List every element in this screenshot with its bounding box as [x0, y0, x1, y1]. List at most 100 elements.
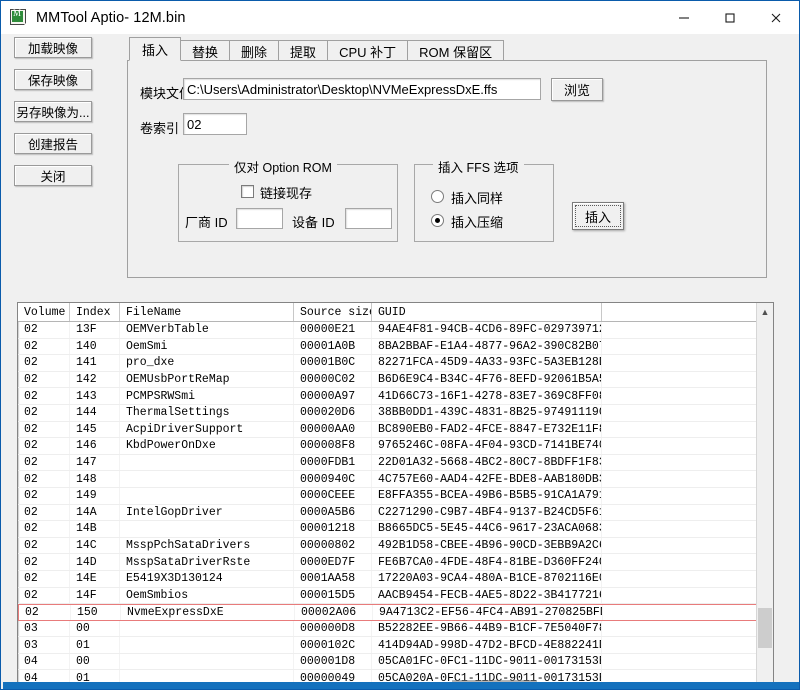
- column-header-spacer[interactable]: [602, 303, 757, 321]
- tab-delete[interactable]: 删除: [229, 40, 280, 61]
- column-header-guid[interactable]: GUID: [372, 303, 602, 321]
- cell-index: 147: [70, 454, 120, 471]
- table-row[interactable]: 02 145 AcpiDriverSupport 00000AA0 BC890EB0-F…: [18, 421, 773, 439]
- cell-source-size: 0000102C: [294, 637, 372, 653]
- table-row[interactable]: 03 01 0000102C 414D94AD-998D-47D2-BFCD-4E88…: [18, 637, 773, 654]
- scroll-up-icon[interactable]: ▲: [757, 303, 773, 320]
- cell-volume: 04: [18, 653, 70, 670]
- module-list[interactable]: Volume Index FileName Source size GUID 0…: [17, 302, 774, 689]
- vertical-scrollbar[interactable]: ▲ ▼: [756, 303, 773, 689]
- load-image-button[interactable]: 加载映像: [14, 37, 92, 58]
- volume-index-input[interactable]: 02: [183, 113, 247, 135]
- browse-button[interactable]: 浏览: [551, 78, 603, 101]
- tab-insert[interactable]: 插入: [129, 37, 182, 61]
- cell-spacer: [603, 605, 758, 620]
- module-list-body: 02 13F OEMVerbTable 00000E21 94AE4F81-94CB-4…: [18, 322, 773, 689]
- cell-filename: [120, 637, 294, 653]
- cell-volume: 02: [18, 454, 70, 471]
- tab-rom-hole[interactable]: ROM 保留区: [407, 40, 505, 61]
- save-image-button[interactable]: 保存映像: [14, 69, 92, 90]
- table-row[interactable]: 02 147 0000FDB1 22D01A32-5668-4BC2-80C7-8BD…: [18, 454, 773, 472]
- minimize-icon[interactable]: [661, 1, 707, 34]
- cell-guid: 492B1D58-CBEE-4B96-90CD-3EBB9A2C67AD: [372, 537, 602, 554]
- cell-guid: 9A4713C2-EF56-4FC4-AB91-270825BFD142: [373, 605, 603, 620]
- window-title: MMTool Aptio- 12M.bin: [36, 9, 186, 26]
- cell-volume: 02: [18, 338, 70, 355]
- table-row[interactable]: 02 141 pro_dxe 00001B0C 82271FCA-45D9-4A33-9…: [18, 355, 773, 372]
- cell-guid: FE6B7CA0-4FDE-48F4-81BE-D360FF24C4DA: [372, 554, 602, 570]
- vendor-id-input[interactable]: [236, 208, 283, 229]
- title-bar: MMTool Aptio- 12M.bin: [1, 1, 799, 34]
- cell-index: 145: [70, 421, 120, 438]
- tab-replace[interactable]: 替换: [180, 40, 231, 61]
- cell-source-size: 0000A5B6: [294, 504, 372, 521]
- table-row[interactable]: 02 143 PCMPSRWSmi 00000A97 41D66C73-16F1-427…: [18, 388, 773, 405]
- cell-source-size: 00000802: [294, 537, 372, 554]
- table-row[interactable]: 04 00 000001D8 05CA01FC-0FC1-11DC-9011-0017…: [18, 653, 773, 671]
- cell-index: 144: [70, 404, 120, 421]
- option-rom-group-title: 仅对 Option ROM: [229, 157, 337, 176]
- cell-guid: E8FFA355-BCEA-49B6-B5B5-91CA1A7914F5: [372, 487, 602, 504]
- save-image-as-button[interactable]: 另存映像为...: [14, 101, 92, 122]
- cell-guid: 41D66C73-16F1-4278-83E7-369C8FF08AE9: [372, 388, 602, 404]
- table-row[interactable]: 02 14D MsspSataDriverRste 0000ED7F FE6B7CA0-…: [18, 554, 773, 571]
- cell-spacer: [602, 488, 757, 504]
- device-id-input[interactable]: [345, 208, 392, 229]
- cell-spacer: [602, 654, 757, 670]
- window-controls: [661, 1, 799, 34]
- module-list-header: Volume Index FileName Source size GUID: [18, 303, 773, 322]
- link-existing-checkbox[interactable]: [241, 185, 254, 198]
- table-row[interactable]: 02 146 KbdPowerOnDxe 000008F8 9765246C-08FA-…: [18, 438, 773, 455]
- cell-volume: 02: [18, 388, 70, 404]
- cell-guid: B52282EE-9B66-44B9-B1CF-7E5040F787C1: [372, 620, 602, 637]
- table-row[interactable]: 02 148 0000940C 4C757E60-AAD4-42FE-BDE8-AAB…: [18, 471, 773, 488]
- insert-button[interactable]: 插入: [572, 202, 624, 230]
- cell-spacer: [602, 521, 757, 537]
- table-row[interactable]: 02 14F OemSmbios 000015D5 AACB9454-FECB-4AE5…: [18, 587, 773, 605]
- column-header-index[interactable]: Index: [70, 303, 120, 321]
- close-icon[interactable]: [753, 1, 799, 34]
- cell-volume: 02: [18, 554, 70, 570]
- column-header-volume[interactable]: Volume: [18, 303, 70, 321]
- cell-spacer: [602, 571, 757, 587]
- radio-insert-compressed[interactable]: [431, 214, 444, 227]
- maximize-icon[interactable]: [707, 1, 753, 34]
- cell-guid: 38BB0DD1-439C-4831-8B25-97491119C459: [372, 404, 602, 421]
- table-row[interactable]: 02 14A IntelGopDriver 0000A5B6 C2271290-C9B7…: [18, 504, 773, 522]
- scrollbar-thumb[interactable]: [758, 608, 772, 648]
- cell-filename: KbdPowerOnDxe: [120, 438, 294, 454]
- cell-volume: 02: [18, 487, 70, 504]
- cell-source-size: 00000E21: [294, 322, 372, 338]
- cell-source-size: 00000C02: [294, 371, 372, 388]
- cell-volume: 02: [18, 438, 70, 454]
- table-row[interactable]: 02 14C MsspPchSataDrivers 00000802 492B1D58-…: [18, 537, 773, 555]
- table-row[interactable]: 02 14E E5419X3D130124 0001AA58 17220A03-9CA4…: [18, 570, 773, 588]
- radio-insert-same[interactable]: [431, 190, 444, 203]
- table-row[interactable]: 03 00 000000D8 B52282EE-9B66-44B9-B1CF-7E50…: [18, 620, 773, 638]
- cell-filename: IntelGopDriver: [120, 504, 294, 521]
- create-report-button[interactable]: 创建报告: [14, 133, 92, 154]
- table-row[interactable]: 02 142 OEMUsbPortReMap 00000C02 B6D6E9C4-B34…: [18, 371, 773, 389]
- table-row[interactable]: 02 150 NvmeExpressDxE 00002A06 9A4713C2-EF56…: [18, 604, 773, 621]
- table-row[interactable]: 02 13F OEMVerbTable 00000E21 94AE4F81-94CB-4…: [18, 322, 773, 339]
- cell-source-size: 0000ED7F: [294, 554, 372, 570]
- column-header-filename[interactable]: FileName: [120, 303, 294, 321]
- table-row[interactable]: 02 14B 00001218 B8665DC5-5E45-44C6-9617-23A…: [18, 521, 773, 538]
- table-row[interactable]: 02 149 0000CEEE E8FFA355-BCEA-49B6-B5B5-91C…: [18, 487, 773, 505]
- cell-guid: AACB9454-FECB-4AE5-8D22-3B4177216604: [372, 587, 602, 604]
- cell-filename: NvmeExpressDxE: [121, 605, 295, 620]
- cell-spacer: [602, 505, 757, 521]
- cell-index: 149: [70, 487, 120, 504]
- module-file-input[interactable]: C:\Users\Administrator\Desktop\NVMeExpre…: [183, 78, 541, 100]
- tab-extract[interactable]: 提取: [278, 40, 329, 61]
- table-row[interactable]: 02 144 ThermalSettings 000020D6 38BB0DD1-439…: [18, 404, 773, 422]
- tab-cpu-patch[interactable]: CPU 补丁: [327, 40, 409, 61]
- cell-guid: 17220A03-9CA4-480A-B1CE-8702116E0A35: [372, 570, 602, 587]
- cell-filename: [120, 521, 294, 537]
- cell-index: 150: [71, 605, 121, 620]
- cell-index: 140: [70, 338, 120, 355]
- column-header-source-size[interactable]: Source size: [294, 303, 372, 321]
- table-row[interactable]: 02 140 OemSmi 00001A0B 8BA2BBAF-E1A4-4877-96…: [18, 338, 773, 356]
- close-button[interactable]: 关闭: [14, 165, 92, 186]
- ffs-options-group: 插入 FFS 选项 插入同样 插入压缩: [414, 157, 554, 242]
